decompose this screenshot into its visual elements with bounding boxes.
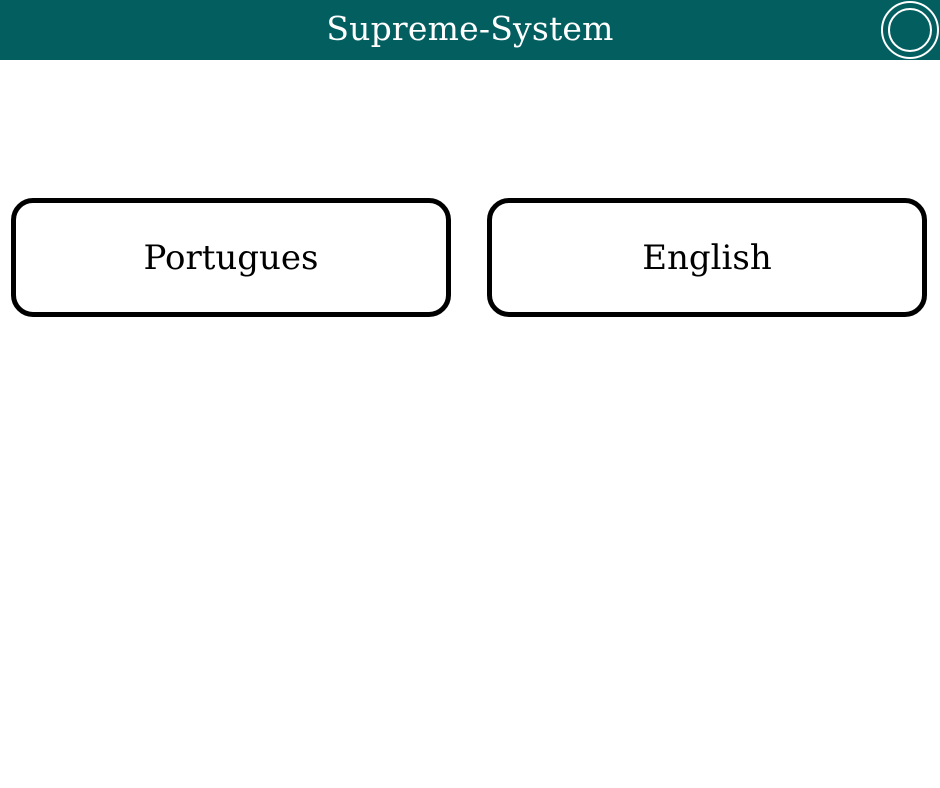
menu-button[interactable] xyxy=(881,1,939,59)
top-app-bar: Supreme-System xyxy=(0,0,940,60)
double-circle-icon xyxy=(881,1,939,59)
portuguese-language-button[interactable]: Portugues xyxy=(11,198,451,317)
language-selection-screen: Supreme-System Portugues English xyxy=(0,0,940,788)
portuguese-language-label: Portugues xyxy=(143,237,319,278)
english-language-button[interactable]: English xyxy=(487,198,927,317)
english-language-label: English xyxy=(642,237,772,278)
app-title: Supreme-System xyxy=(326,9,614,48)
